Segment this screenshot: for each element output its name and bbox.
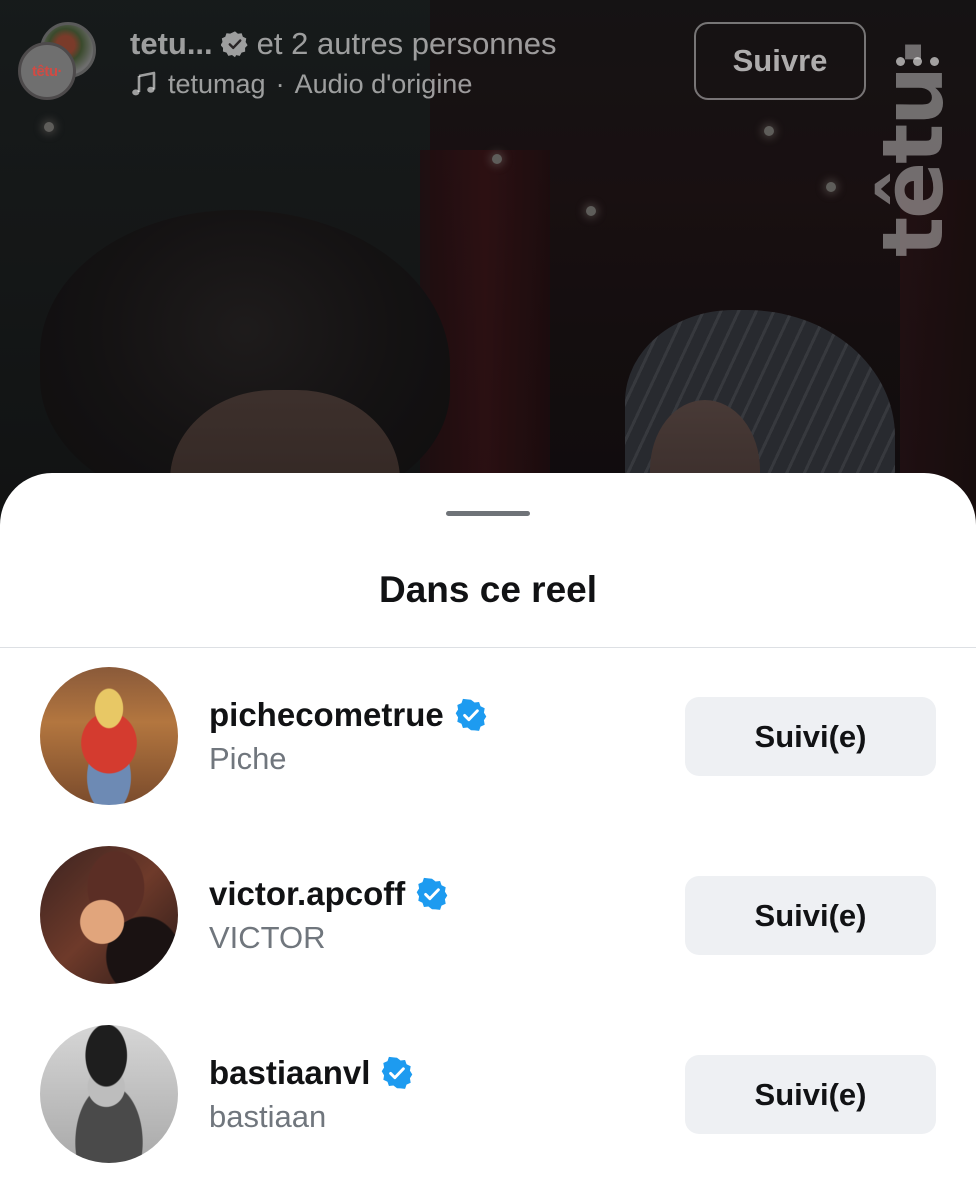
music-note-icon (132, 71, 156, 96)
username[interactable]: pichecometrue (209, 693, 488, 737)
reel-author-line[interactable]: tetu... et 2 autres personnes (130, 24, 557, 64)
avatar[interactable] (40, 1025, 178, 1163)
tetu-watermark: têtu· (864, 38, 962, 257)
more-options-icon[interactable] (896, 54, 944, 68)
verified-badge-icon (220, 31, 248, 58)
audio-label[interactable]: Audio d'origine (295, 69, 473, 100)
sheet-drag-handle[interactable] (446, 511, 530, 516)
collab-avatars[interactable]: têtu· (18, 20, 98, 102)
tagged-person-row[interactable]: victor.apcoff VICTOR Suivi(e) (0, 846, 976, 986)
verified-badge-icon (455, 698, 487, 731)
tetu-logo: têtu· (32, 62, 63, 80)
tagged-person-row[interactable]: bastiaanvl bastiaan Suivi(e) (0, 1025, 976, 1165)
username[interactable]: bastiaanvl (209, 1051, 414, 1095)
username-text[interactable]: bastiaanvl (209, 1054, 370, 1092)
following-button[interactable]: Suivi(e) (685, 1055, 936, 1134)
audio-account[interactable]: tetumag (168, 69, 266, 100)
audio-separator: · (275, 68, 285, 99)
following-button[interactable]: Suivi(e) (685, 876, 936, 955)
sheet-title: Dans ce reel (378, 569, 598, 610)
username-text[interactable]: victor.apcoff (209, 875, 405, 913)
avatar[interactable] (40, 667, 178, 805)
username-text[interactable]: pichecometrue (209, 696, 444, 734)
full-name: bastiaan (209, 1099, 327, 1134)
full-name: Piche (209, 741, 287, 776)
verified-badge-icon (382, 1056, 413, 1089)
audio-line[interactable]: tetumag · Audio d'origine (130, 66, 472, 102)
following-button[interactable]: Suivi(e) (685, 697, 936, 776)
username[interactable]: victor.apcoff (209, 872, 449, 916)
full-name: VICTOR (209, 920, 326, 955)
follow-button[interactable]: Suivre (694, 22, 866, 100)
avatar[interactable] (40, 846, 178, 984)
author-name[interactable]: tetu... (130, 26, 213, 62)
reel-header: têtu· tetu... et 2 autres personnes tetu… (0, 0, 976, 110)
tagged-others-text[interactable]: et 2 autres personnes (257, 26, 557, 62)
verified-badge-icon (416, 877, 448, 910)
sheet-divider (0, 647, 976, 648)
avatar: têtu· (18, 42, 76, 100)
tagged-person-row[interactable]: pichecometrue Piche Suivi(e) (0, 667, 976, 807)
tagged-people-sheet: Dans ce reel pichecometrue Piche Suivi(e… (0, 473, 976, 1200)
